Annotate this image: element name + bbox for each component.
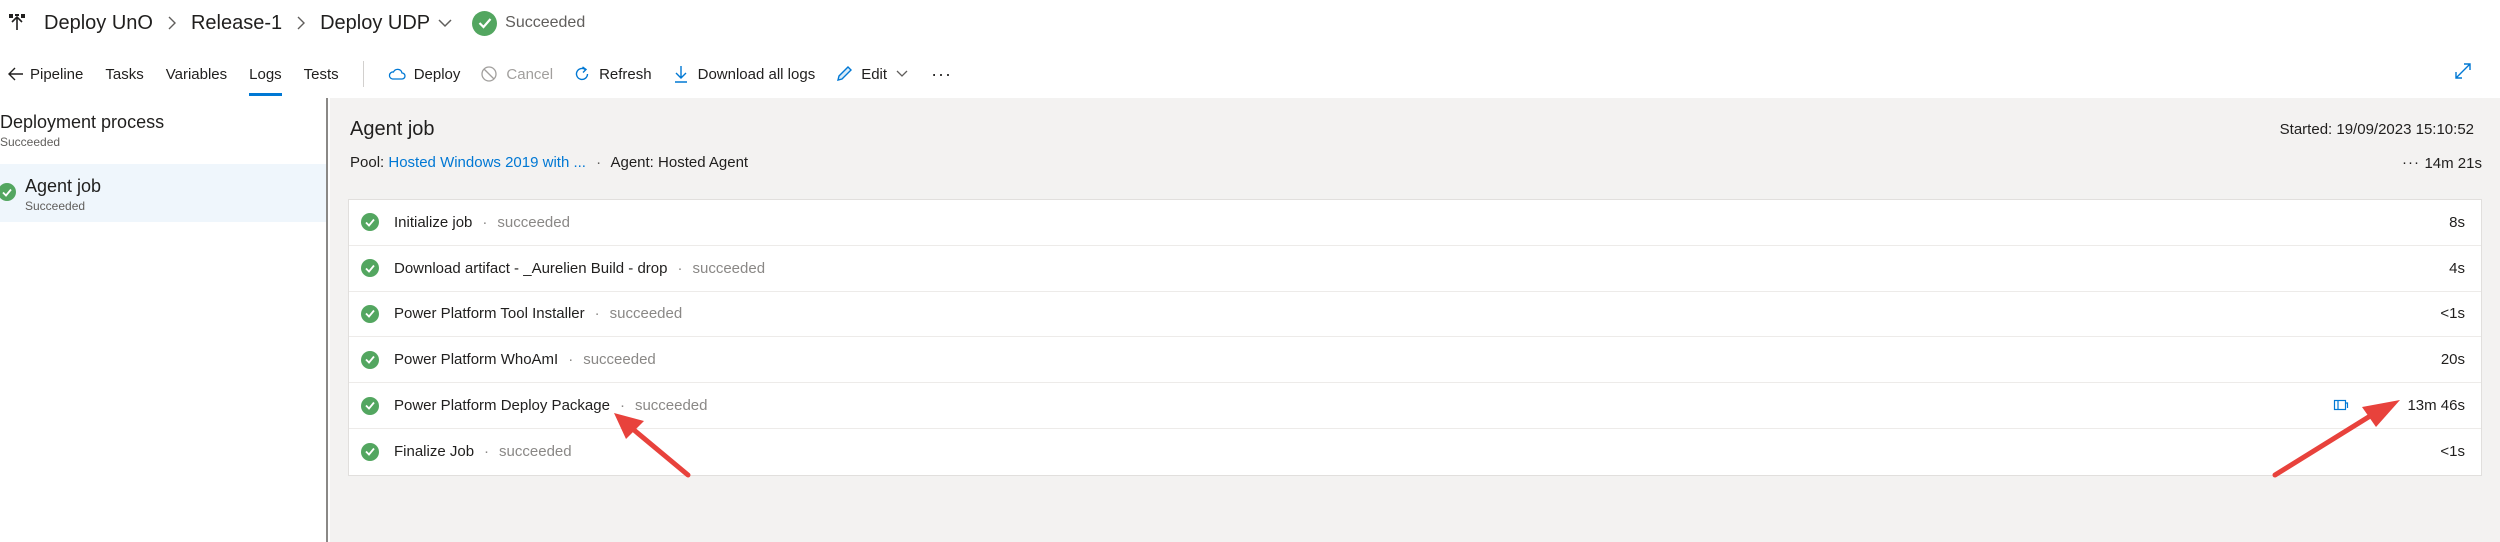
step-name: Power Platform WhoAmI [394, 351, 559, 369]
toolbar: Pipeline Tasks Variables Logs Tests Depl… [0, 52, 2500, 96]
separator-dot: · [568, 351, 574, 369]
refresh-button[interactable]: Refresh [573, 52, 652, 96]
separator-dot: · [484, 443, 490, 461]
job-title: Agent job [350, 118, 435, 140]
tab-variables-label: Variables [165, 65, 228, 83]
deploy-button[interactable]: Deploy [388, 52, 461, 96]
tab-tests[interactable]: Tests [304, 52, 339, 96]
tab-tasks[interactable]: Tasks [105, 52, 143, 96]
deploy-label: Deploy [413, 65, 461, 83]
deployment-process-item[interactable]: Deployment process Succeeded [0, 112, 326, 152]
success-check-icon [361, 442, 379, 461]
edit-button[interactable]: Edit [835, 52, 911, 96]
pool-link[interactable]: Hosted Windows 2019 with ... [388, 154, 586, 171]
step-status: succeeded [634, 397, 708, 415]
pool-label: Pool: [350, 154, 385, 171]
success-check-icon [361, 259, 379, 278]
separator-dot: · [596, 154, 602, 171]
release-pipeline-icon [6, 12, 28, 34]
step-duration: 4s [2449, 259, 2465, 277]
step-name: Initialize job [394, 213, 473, 231]
chevron-right-icon [165, 16, 179, 30]
tab-tests-label: Tests [303, 65, 339, 83]
step-row[interactable]: Power Platform WhoAmI · succeeded 20s [349, 337, 2481, 384]
agent-job-item[interactable]: Agent job Succeeded [0, 164, 326, 222]
cloud-icon [388, 65, 406, 83]
step-duration: <1s [2440, 443, 2465, 461]
job-pool-line: Pool: Hosted Windows 2019 with ... · Age… [350, 154, 748, 171]
open-log-icon[interactable] [2333, 397, 2349, 413]
agent-job-status: Succeeded [25, 199, 86, 213]
success-check-icon [361, 213, 379, 232]
expand-icon[interactable] [2452, 60, 2474, 82]
step-name: Power Platform Deploy Package [394, 397, 610, 415]
back-to-pipeline-button[interactable]: Pipeline [7, 52, 83, 96]
step-name: Power Platform Tool Installer [394, 305, 585, 323]
step-duration: <1s [2440, 305, 2465, 323]
job-started-time: Started: 19/09/2023 15:10:52 [2279, 121, 2474, 138]
separator-dot: · [594, 305, 600, 323]
step-row[interactable]: Download artifact - _Aurelien Build - dr… [349, 246, 2481, 292]
step-status: succeeded [499, 443, 572, 461]
success-check-icon [361, 396, 379, 415]
pipeline-label: Pipeline [30, 65, 84, 83]
tab-logs-label: Logs [249, 65, 282, 83]
breadcrumb-stage[interactable]: Deploy UDP [320, 12, 430, 35]
step-duration: 8s [2449, 213, 2465, 231]
job-details-pane: Agent job Started: 19/09/2023 15:10:52 P… [330, 98, 2500, 542]
stage-jobs-pane: Deployment process Succeeded Agent job S… [0, 98, 328, 542]
breadcrumb-release[interactable]: Release-1 [191, 12, 282, 35]
chevron-down-icon [893, 65, 911, 83]
toolbar-divider [362, 61, 364, 87]
success-check-icon [472, 10, 498, 36]
cancel-label: Cancel [506, 65, 554, 83]
tab-tasks-label: Tasks [105, 65, 144, 83]
more-label: ··· [931, 63, 953, 84]
step-status: succeeded [692, 259, 766, 277]
separator-dot: · [482, 213, 488, 231]
tab-variables[interactable]: Variables [166, 52, 227, 96]
step-status: succeeded [583, 351, 656, 369]
refresh-label: Refresh [599, 65, 652, 83]
steps-list: Initialize job · succeeded 8s Download a… [348, 199, 2482, 476]
deployment-process-title: Deployment process [0, 112, 165, 132]
success-check-icon [361, 350, 379, 369]
arrow-left-icon [7, 65, 25, 83]
step-duration: 20s [2440, 351, 2465, 369]
download-all-logs-button[interactable]: Download all logs [672, 52, 816, 96]
status-text: Succeeded [505, 14, 586, 31]
success-check-icon [361, 304, 379, 323]
breadcrumb-pipeline[interactable]: Deploy UnO [44, 12, 153, 35]
step-row[interactable]: Finalize Job · succeeded <1s [349, 429, 2481, 475]
download-label: Download all logs [697, 65, 816, 83]
step-status: succeeded [497, 213, 570, 231]
chevron-right-icon [294, 16, 308, 30]
separator-dot: · [677, 259, 683, 277]
step-name: Finalize Job [394, 443, 475, 461]
success-check-icon [0, 183, 16, 201]
step-row[interactable]: Initialize job · succeeded 8s [349, 200, 2481, 246]
step-row[interactable]: Power Platform Tool Installer · succeede… [349, 292, 2481, 338]
agent-label: Agent: Hosted Agent [610, 154, 749, 171]
page-header: Deploy UnO Release-1 Deploy UDP Succeede… [0, 0, 2500, 46]
download-icon [672, 65, 690, 83]
pencil-icon [835, 65, 853, 83]
block-icon [480, 65, 498, 83]
agent-job-title: Agent job [25, 176, 102, 196]
refresh-icon [573, 65, 591, 83]
step-row[interactable]: Power Platform Deploy Package · succeede… [349, 383, 2481, 429]
step-duration: 13m 46s [2407, 397, 2465, 415]
chevron-down-icon[interactable] [438, 18, 452, 28]
cancel-button[interactable]: Cancel [480, 52, 553, 96]
more-actions-button[interactable]: ··· [931, 52, 952, 96]
separator-dot: · [619, 397, 625, 415]
job-total-duration: 14m 21s [2424, 155, 2482, 172]
status-badge: Succeeded [472, 10, 586, 36]
deployment-process-status: Succeeded [0, 135, 61, 149]
edit-label: Edit [861, 65, 888, 83]
tab-logs[interactable]: Logs [249, 52, 282, 96]
step-status: succeeded [609, 305, 683, 323]
step-name: Download artifact - _Aurelien Build - dr… [394, 259, 668, 277]
job-more-button[interactable]: ··· [2402, 154, 2420, 171]
